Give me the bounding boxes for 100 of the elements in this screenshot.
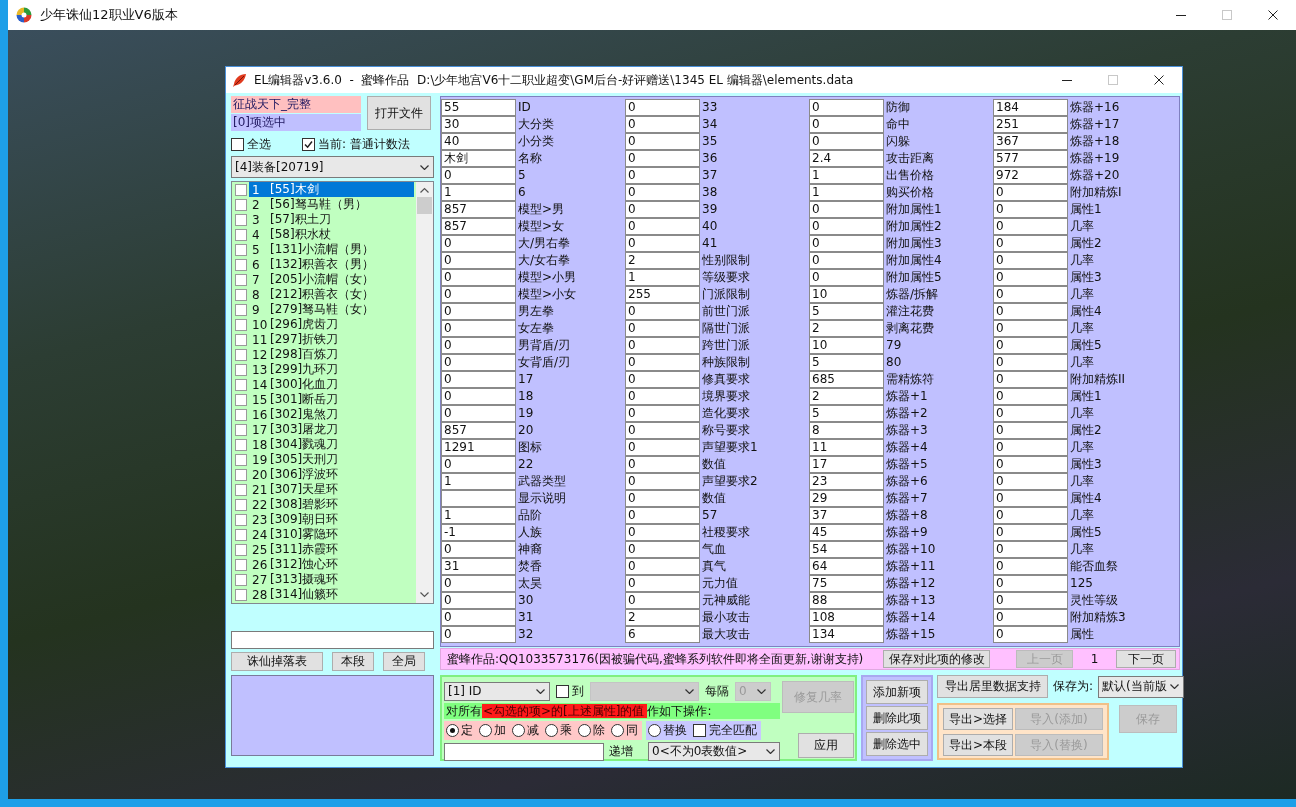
value-field[interactable]: 0	[625, 541, 700, 558]
value-field[interactable]: 857	[441, 201, 516, 218]
value-field[interactable]: 0	[625, 592, 700, 609]
checkbox[interactable]	[235, 393, 247, 406]
value-field[interactable]: 0	[441, 626, 516, 643]
value-field[interactable]: 0	[625, 405, 700, 422]
list-item[interactable]: 25 [311]赤霞环	[249, 542, 414, 557]
input-field[interactable]	[444, 742, 604, 761]
radio-option[interactable]: 乘	[545, 722, 572, 739]
value-field[interactable]: 10	[809, 337, 884, 354]
value-field[interactable]: 0	[441, 456, 516, 473]
value-field[interactable]: 55	[441, 99, 516, 116]
drop-table-button[interactable]: 本段	[332, 652, 374, 671]
value-field[interactable]: 0	[625, 473, 700, 490]
value-field[interactable]: 0	[441, 286, 516, 303]
value-field[interactable]: 40	[441, 133, 516, 150]
radio-button[interactable]	[512, 724, 525, 737]
checkbox[interactable]	[235, 288, 247, 301]
value-field[interactable]: 0	[993, 184, 1068, 201]
value-field[interactable]: 972	[993, 167, 1068, 184]
radio-option[interactable]: 加	[479, 722, 506, 739]
value-field[interactable]: 0	[809, 99, 884, 116]
value-field[interactable]: 0	[625, 439, 700, 456]
value-field[interactable]: 1	[809, 167, 884, 184]
value-field[interactable]: 0	[625, 575, 700, 592]
list-item[interactable]: 1 [55]木剑	[249, 182, 414, 197]
value-field[interactable]: 2.4	[809, 150, 884, 167]
value-field[interactable]: 2	[809, 388, 884, 405]
value-field[interactable]: 75	[809, 575, 884, 592]
value-field[interactable]: 251	[993, 116, 1068, 133]
value-field[interactable]: 0	[993, 490, 1068, 507]
value-field[interactable]: 0	[441, 235, 516, 252]
list-item[interactable]: 27 [313]摄魂环	[249, 572, 414, 587]
checkbox[interactable]	[235, 468, 247, 481]
value-field[interactable]: 0	[809, 269, 884, 286]
value-field[interactable]: 0	[993, 541, 1068, 558]
value-field[interactable]: 0	[441, 371, 516, 388]
value-field[interactable]: 0	[625, 150, 700, 167]
list-item[interactable]: 20 [306]浮波环	[249, 467, 414, 482]
radio-button[interactable]	[545, 724, 558, 737]
value-field[interactable]: 8	[809, 422, 884, 439]
scrollbar[interactable]	[416, 182, 433, 603]
value-field[interactable]: 0	[625, 235, 700, 252]
value-field[interactable]: 5	[809, 303, 884, 320]
value-field[interactable]	[441, 490, 516, 507]
save-as-select[interactable]: 默认(当前版	[1098, 675, 1185, 698]
list-item[interactable]: 14 [300]化血刀	[249, 377, 414, 392]
value-field[interactable]: 685	[809, 371, 884, 388]
checkbox[interactable]	[235, 483, 247, 496]
value-field[interactable]: 37	[809, 507, 884, 524]
checkbox[interactable]	[235, 243, 247, 256]
checkbox[interactable]	[235, 558, 247, 571]
import-export-button[interactable]: 导出>本段	[943, 734, 1013, 756]
checkbox[interactable]	[235, 273, 247, 286]
list-item[interactable]: 21 [307]天星环	[249, 482, 414, 497]
next-page-button[interactable]: 下一页	[1116, 650, 1176, 668]
value-field[interactable]: 45	[809, 524, 884, 541]
value-field[interactable]: 0	[441, 252, 516, 269]
value-field[interactable]: 0	[625, 303, 700, 320]
value-field[interactable]: 0	[441, 405, 516, 422]
value-field[interactable]: -1	[441, 524, 516, 541]
list-item[interactable]: 22 [308]碧影环	[249, 497, 414, 512]
value-field[interactable]: 1	[441, 184, 516, 201]
list-item[interactable]: 12 [298]百炼刀	[249, 347, 414, 362]
value-field[interactable]: 0	[625, 490, 700, 507]
value-field[interactable]: 0	[441, 592, 516, 609]
checkbox[interactable]	[231, 137, 244, 151]
list-item[interactable]: 7 [205]小流帽（女）	[249, 272, 414, 287]
radio-option[interactable]: 定	[446, 722, 473, 739]
list-item[interactable]: 28 [314]仙籁环	[249, 587, 414, 602]
value-field[interactable]: 54	[809, 541, 884, 558]
checkbox[interactable]	[235, 183, 247, 196]
checkbox[interactable]	[235, 498, 247, 511]
value-field[interactable]: 134	[809, 626, 884, 643]
value-field[interactable]: 857	[441, 422, 516, 439]
value-field[interactable]: 0	[441, 609, 516, 626]
item-action-button[interactable]: 添加新项	[866, 680, 928, 704]
text-area[interactable]	[231, 675, 434, 756]
list-item[interactable]: 16 [302]鬼煞刀	[249, 407, 414, 422]
value-field[interactable]: 0	[993, 252, 1068, 269]
radio-button[interactable]	[446, 724, 459, 737]
checkbox[interactable]	[235, 528, 247, 541]
list-item[interactable]: 9 [279]驽马鞋（女）	[249, 302, 414, 317]
list-item[interactable]: 23 [309]朝日环	[249, 512, 414, 527]
value-field[interactable]: 0	[993, 320, 1068, 337]
checkbox[interactable]	[235, 573, 247, 586]
value-field[interactable]: 0	[993, 201, 1068, 218]
value-field[interactable]: 31	[441, 558, 516, 575]
list-item[interactable]: 8 [212]积善衣（女）	[249, 287, 414, 302]
list-item[interactable]: 18 [304]戮魂刀	[249, 437, 414, 452]
drop-table-button[interactable]: 全局	[383, 652, 425, 671]
radio-option[interactable]: 同	[611, 722, 638, 739]
value-field[interactable]: 108	[809, 609, 884, 626]
value-field[interactable]: 0	[993, 592, 1068, 609]
checkbox[interactable]	[235, 588, 247, 601]
value-field[interactable]: 29	[809, 490, 884, 507]
value-field[interactable]: 0	[809, 133, 884, 150]
value-field[interactable]: 0	[993, 456, 1068, 473]
value-field[interactable]: 0	[993, 405, 1068, 422]
value-field[interactable]: 0	[993, 286, 1068, 303]
